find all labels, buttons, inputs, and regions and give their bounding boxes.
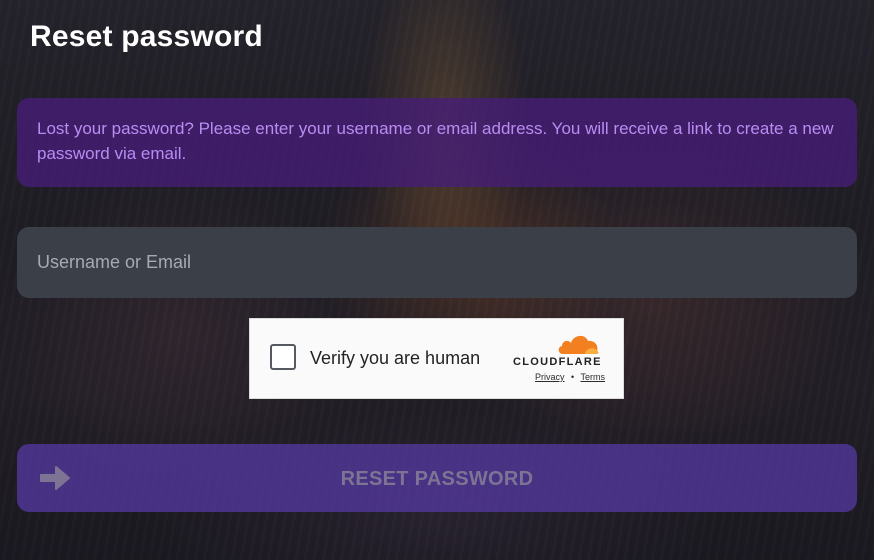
reset-password-button[interactable]: RESET PASSWORD — [17, 444, 857, 512]
terms-link[interactable]: Terms — [581, 372, 606, 382]
captcha-links: Privacy • Terms — [535, 372, 605, 382]
username-email-input[interactable] — [17, 227, 857, 298]
cloudflare-captcha-widget: Verify you are human CLOUDFLARE Privacy … — [249, 318, 624, 399]
captcha-label: Verify you are human — [310, 348, 481, 368]
cloudflare-logo: CLOUDFLARE — [509, 332, 605, 370]
reset-password-label: RESET PASSWORD — [340, 468, 534, 490]
cloud-icon — [558, 335, 599, 354]
info-notice: Lost your password? Please enter your us… — [17, 98, 857, 187]
reset-password-form: Reset password Lost your password? Pleas… — [0, 0, 874, 560]
privacy-link[interactable]: Privacy — [535, 372, 565, 382]
cloudflare-wordmark: CLOUDFLARE — [513, 356, 602, 368]
page-title: Reset password — [30, 20, 263, 53]
link-separator: • — [571, 372, 575, 382]
verify-human-checkbox[interactable] — [270, 344, 296, 370]
